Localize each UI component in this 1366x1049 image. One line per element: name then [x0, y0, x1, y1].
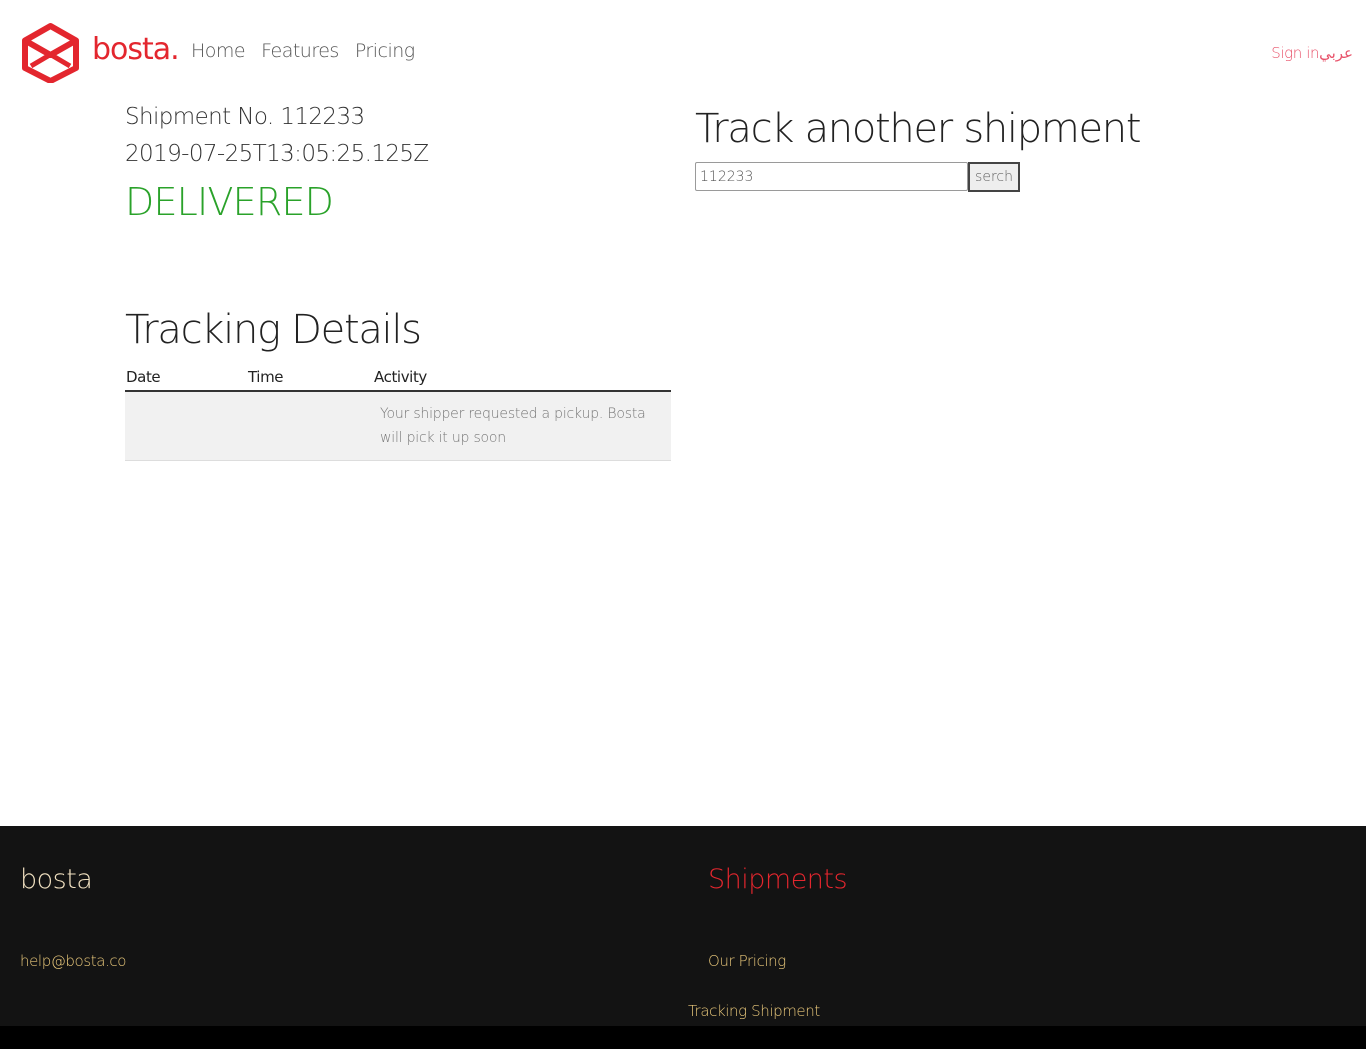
track-another-title: Track another shipment: [695, 106, 1142, 152]
row-time-cell: [247, 391, 373, 461]
column-header-date: Date: [125, 365, 247, 392]
main-nav: Home Features Pricing: [191, 40, 415, 62]
row-activity-cell: Your shipper requested a pickup. Bosta w…: [373, 391, 671, 461]
shipment-date: 2019-07-25T13:05:25.125Z: [125, 141, 429, 167]
tracking-details-title: Tracking Details: [125, 307, 422, 353]
nav-pricing-link[interactable]: Pricing: [355, 40, 415, 62]
footer-tracking-shipment-link[interactable]: Tracking Shipment: [688, 1002, 820, 1020]
shipment-status: DELIVERED: [125, 180, 334, 224]
footer-shipments-heading: Shipments: [708, 864, 848, 895]
tracking-details-table: Date Time Activity Your shipper requeste…: [125, 365, 671, 461]
footer-our-pricing-link[interactable]: Our Pricing: [708, 952, 786, 970]
header-actions: Sign in عربي: [1271, 44, 1353, 62]
bosta-logo-icon: [22, 23, 79, 83]
site-header: bosta. Home Features Pricing Sign in عرب…: [0, 0, 1366, 105]
column-header-time: Time: [247, 365, 373, 392]
track-form: serch: [695, 162, 1020, 192]
language-switch-link[interactable]: عربي: [1319, 44, 1353, 62]
table-header-row: Date Time Activity: [125, 365, 671, 392]
sign-in-link[interactable]: Sign in: [1271, 44, 1319, 62]
nav-home-link[interactable]: Home: [191, 40, 246, 62]
tracking-number-input[interactable]: [695, 162, 968, 191]
footer-email-link[interactable]: help@bosta.co: [20, 952, 126, 970]
shipment-number: Shipment No. 112233: [125, 104, 365, 130]
footer-bottom-bar: [0, 1026, 1366, 1049]
search-button[interactable]: serch: [968, 162, 1020, 192]
table-row: Your shipper requested a pickup. Bosta w…: [125, 391, 671, 461]
logo-link[interactable]: bosta.: [20, 22, 180, 83]
site-footer: bosta help@bosta.co Shipments Our Pricin…: [0, 826, 1366, 1026]
row-date-cell: [125, 391, 247, 461]
footer-brand: bosta: [20, 864, 93, 895]
column-header-activity: Activity: [373, 365, 671, 392]
logo-text: bosta.: [92, 32, 180, 67]
nav-features-link[interactable]: Features: [261, 40, 339, 62]
